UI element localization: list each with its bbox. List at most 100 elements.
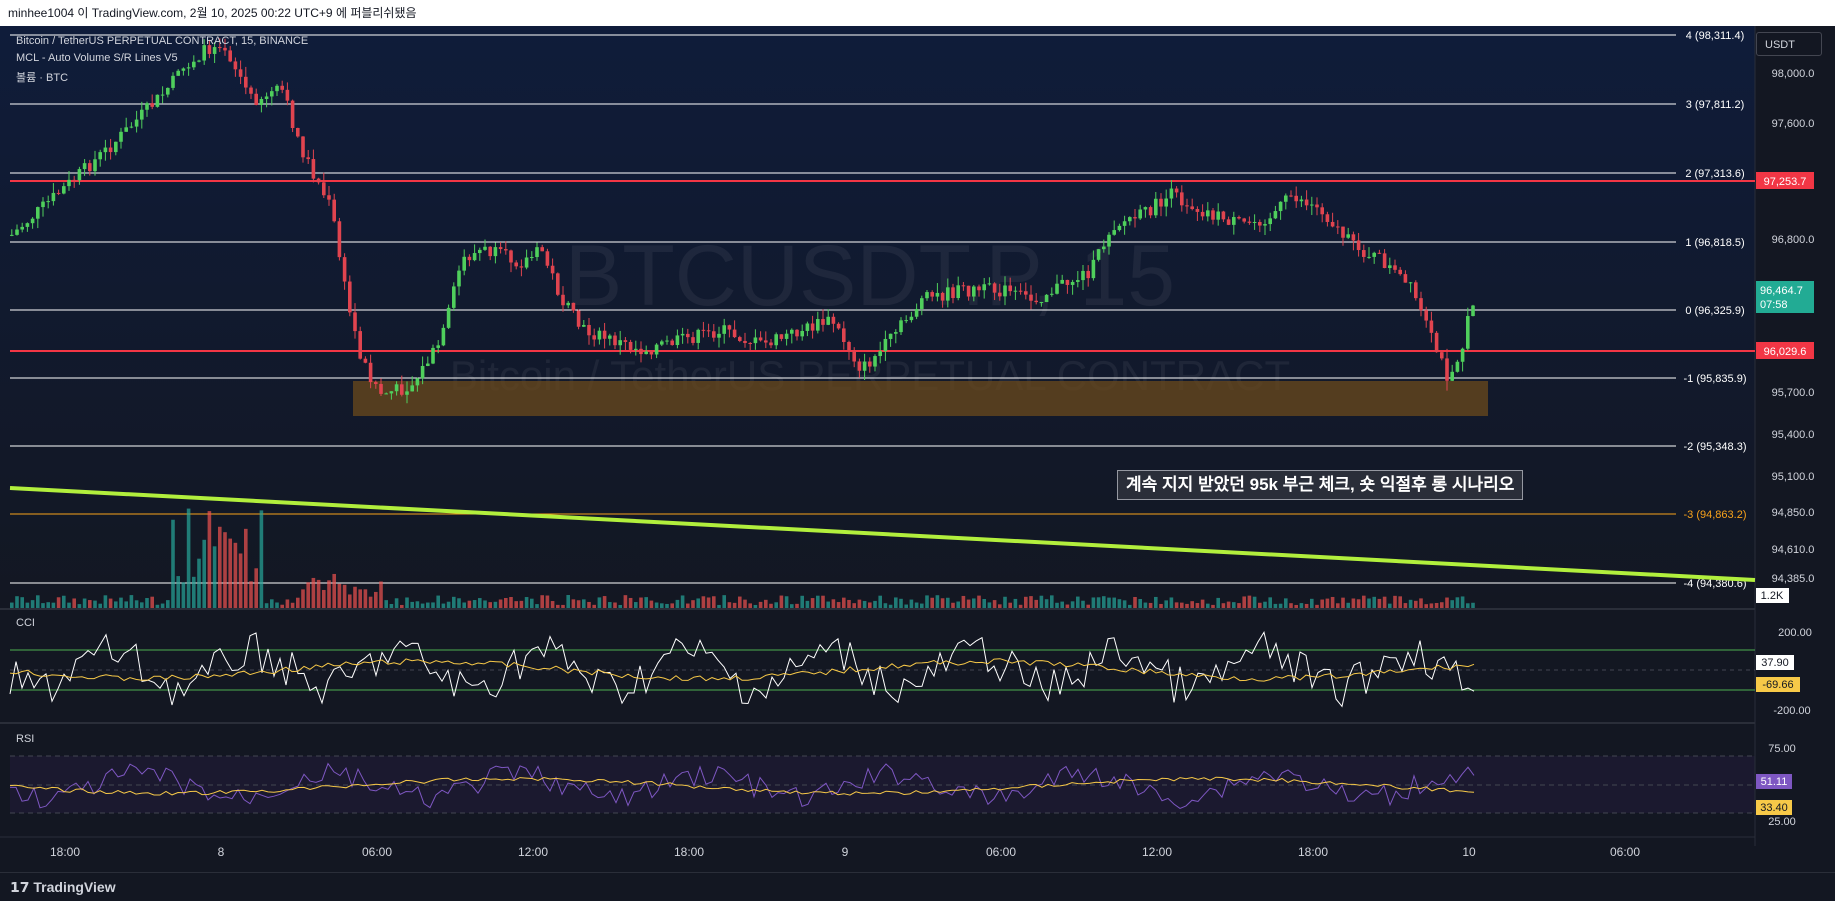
candle-body <box>701 329 706 331</box>
candle-body <box>1362 250 1366 257</box>
chart-canvas[interactable]: BTCUSDT.P, 15 Bitcoin / TetherUS PERPETU… <box>0 26 1835 872</box>
volume-bar <box>1169 597 1174 608</box>
volume-bar <box>722 595 726 608</box>
bar-countdown: 07:58 <box>1760 299 1788 311</box>
candle-body <box>831 316 836 324</box>
candle-body <box>691 337 695 343</box>
candle-body <box>972 286 976 297</box>
candle-body <box>857 361 862 371</box>
volume-bar <box>108 598 113 608</box>
volume-bar <box>1164 600 1168 608</box>
candle-body <box>1159 198 1163 207</box>
candle-body <box>920 298 924 309</box>
volume-bar <box>873 600 877 608</box>
candle-body <box>665 340 669 342</box>
volume-bar <box>389 604 394 608</box>
volume-bar <box>790 604 794 608</box>
candle-body <box>1050 293 1054 295</box>
volume-bar <box>1232 602 1236 608</box>
candle-body <box>1466 316 1470 349</box>
candle-body <box>925 292 929 299</box>
candle-body <box>686 333 690 338</box>
volume-bar <box>576 600 581 608</box>
rsi-label[interactable]: RSI <box>16 733 34 745</box>
candle-body <box>951 287 955 299</box>
volume-bar <box>1403 603 1408 608</box>
volume-bar <box>1466 603 1470 608</box>
volume-bar <box>1081 600 1085 608</box>
candle-body <box>1154 198 1158 216</box>
volume-bar <box>368 596 373 608</box>
volume-bar <box>1216 597 1220 608</box>
cci-label[interactable]: CCI <box>16 617 35 629</box>
candle-body <box>1440 352 1444 359</box>
volume-bar <box>509 597 513 608</box>
symbol-watermark: BTCUSDT.P, 15 Bitcoin / TetherUS PERPETU… <box>450 228 1290 399</box>
volume-bar <box>1419 598 1423 608</box>
volume-bar <box>1070 601 1075 608</box>
candle-body <box>426 363 430 366</box>
price-axis-tick: 94,385.0 <box>1772 573 1815 585</box>
candle-body <box>680 333 685 336</box>
volume-bar <box>1289 603 1293 608</box>
rsi-tick-lower: 25.00 <box>1768 816 1796 828</box>
volume-bar <box>810 598 815 608</box>
candle-body <box>301 136 305 158</box>
currency-button[interactable]: USDT <box>1756 32 1822 56</box>
indicator-legend[interactable]: MCL - Auto Volume S/R Lines V5 <box>16 52 178 64</box>
candle-body <box>150 103 154 107</box>
candle-body <box>623 340 628 342</box>
candle-body <box>405 391 409 395</box>
footer-bar: 𝟭𝟳 TradingView <box>0 872 1835 901</box>
time-axis-label: 06:00 <box>986 845 1016 859</box>
candle-body <box>1258 221 1262 226</box>
candle-body <box>706 330 711 332</box>
volume-bar <box>665 603 669 608</box>
volume-bar <box>1346 602 1350 608</box>
candle-body <box>311 159 316 179</box>
volume-legend[interactable]: 볼륨 · BTC <box>16 69 68 85</box>
volume-bar <box>348 594 352 608</box>
candle-body <box>1330 221 1335 227</box>
volume-bar <box>779 595 784 608</box>
volume-bar <box>384 600 388 608</box>
volume-bar <box>1242 596 1246 608</box>
candle-body <box>1211 210 1215 220</box>
tradingview-logo[interactable]: 𝟭𝟳 TradingView <box>10 879 116 896</box>
candle-body <box>1096 249 1101 260</box>
candle-body <box>348 281 352 313</box>
volume-bar <box>472 600 477 608</box>
candle-body <box>1133 217 1137 219</box>
candle-body <box>498 247 503 250</box>
candle-body <box>1185 205 1189 207</box>
volume-bar <box>654 602 659 608</box>
candle-body <box>446 307 451 328</box>
volume-bar <box>540 595 544 608</box>
candle-body <box>1398 269 1402 275</box>
volume-bar <box>296 597 300 608</box>
volume-bar <box>311 577 316 608</box>
chart-annotation[interactable]: 계속 지지 받았던 95k 부근 체크, 숏 익절후 롱 시나리오 <box>1117 470 1524 500</box>
candle-body <box>145 103 149 110</box>
volume-bar <box>691 600 695 608</box>
sr-level-label: -2 (95,348.3) <box>1684 441 1747 453</box>
volume-bar <box>1341 597 1345 608</box>
candle-body <box>192 61 196 68</box>
volume-bar <box>457 598 461 608</box>
candle-body <box>660 341 664 345</box>
symbol-legend[interactable]: Bitcoin / TetherUS PERPETUAL CONTRACT, 1… <box>16 35 308 47</box>
volume-bar <box>1138 599 1142 608</box>
price-axis-tick: 95,100.0 <box>1772 471 1815 483</box>
volume-bar <box>1185 603 1189 608</box>
candle-body <box>784 333 789 339</box>
candle-body <box>571 302 576 311</box>
time-axis[interactable]: 18:00 8 06:00 12:00 18:00 9 06:00 12:00 18:00 10 0… <box>50 845 1640 859</box>
volume-bar <box>197 558 201 608</box>
volume-bar <box>363 589 368 608</box>
volume-bar <box>270 599 274 608</box>
volume-bar <box>675 599 680 608</box>
volume-bar <box>1398 596 1402 608</box>
price-axis-tick: 96,800.0 <box>1772 234 1815 246</box>
cci-tick-lower: -200.00 <box>1773 705 1810 717</box>
volume-bar <box>290 602 295 608</box>
